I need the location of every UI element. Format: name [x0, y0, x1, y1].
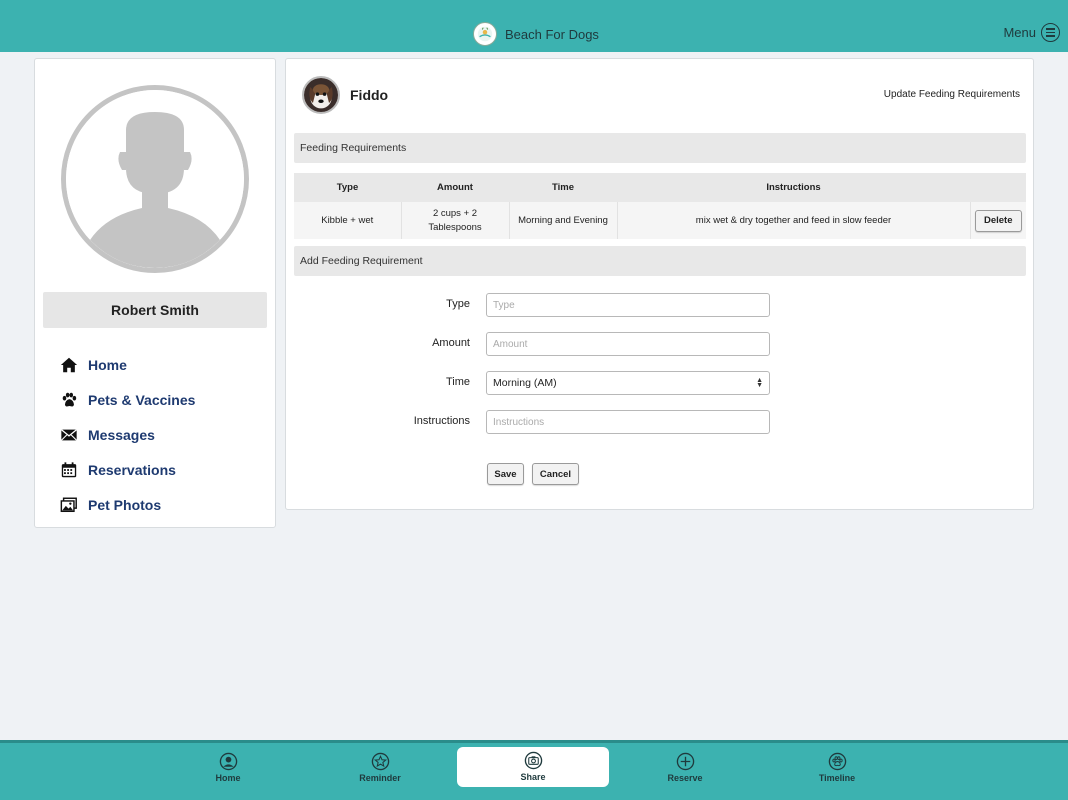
envelope-icon [59, 425, 79, 445]
sidebar-item-messages[interactable]: Messages [59, 417, 195, 452]
bottom-tab-bar: Home Reminder Share Reserve Timeline [0, 740, 1068, 800]
user-circle-icon [219, 752, 238, 771]
user-name: Robert Smith [43, 292, 267, 328]
update-feeding-link[interactable]: Update Feeding Requirements [884, 89, 1020, 100]
sidebar-item-reservations[interactable]: Reservations [59, 452, 195, 487]
column-header-type: Type [294, 173, 401, 202]
select-arrows-icon: ▲ ▼ [756, 377, 763, 389]
instructions-label: Instructions [413, 415, 470, 427]
profile-sidebar: Robert Smith Home Pets & Vaccines Messag… [34, 58, 276, 528]
home-icon [59, 355, 79, 375]
column-header-time: Time [509, 173, 617, 202]
time-row: Time Morning (AM) ▲ ▼ [286, 371, 1035, 395]
instructions-input[interactable] [486, 410, 770, 434]
delete-button[interactable]: Delete [974, 209, 1022, 232]
pet-header: Fiddo [302, 76, 388, 114]
photos-icon [59, 495, 79, 515]
person-silhouette-icon [66, 90, 244, 268]
amount-row: Amount [286, 332, 1035, 356]
tab-reserve[interactable]: Reserve [609, 748, 761, 788]
hamburger-icon [1041, 23, 1060, 42]
cancel-button[interactable]: Cancel [532, 463, 579, 485]
sidebar-item-home[interactable]: Home [59, 347, 195, 382]
menu-button[interactable]: Menu [1003, 23, 1060, 42]
sidebar-item-label: Home [88, 356, 127, 373]
type-row: Type [286, 293, 1035, 317]
sidebar-item-label: Messages [88, 426, 155, 443]
cell-type: Kibble + wet [294, 202, 402, 239]
amount-input[interactable] [486, 332, 770, 356]
save-button[interactable]: Save [487, 463, 524, 485]
sidebar-item-label: Pet Photos [88, 496, 162, 513]
paw-circle-icon [828, 752, 847, 771]
time-select-value: Morning (AM) [493, 377, 557, 389]
camera-icon [524, 751, 543, 770]
column-header-instructions: Instructions [617, 173, 970, 202]
cell-instructions: mix wet & dry together and feed in slow … [617, 202, 971, 239]
cell-amount: 2 cups + 2 Tablespoons [401, 202, 510, 239]
top-bar: Beach For Dogs Menu [0, 0, 1068, 52]
feeding-table: Type Amount Time Instructions Kibble + w… [294, 173, 1026, 239]
menu-label: Menu [1003, 25, 1036, 40]
tab-reminder[interactable]: Reminder [304, 748, 456, 788]
sidebar-item-pets-vaccines[interactable]: Pets & Vaccines [59, 382, 195, 417]
brand[interactable]: Beach For Dogs [473, 22, 599, 46]
cell-time: Morning and Evening [509, 202, 618, 239]
tab-label: Reminder [359, 773, 401, 783]
table-header-row: Type Amount Time Instructions [294, 173, 1026, 202]
pet-name: Fiddo [350, 87, 389, 103]
time-label: Time [445, 376, 470, 388]
feeding-requirements-header: Feeding Requirements [294, 133, 1026, 163]
type-input[interactable] [486, 293, 770, 317]
tab-share[interactable]: Share [457, 747, 609, 787]
paw-icon [59, 390, 79, 410]
sidebar-item-pet-photos[interactable]: Pet Photos [59, 487, 195, 522]
tab-label: Reserve [667, 773, 703, 783]
sidebar-item-label: Pets & Vaccines [88, 391, 196, 408]
instructions-row: Instructions [286, 410, 1035, 434]
user-avatar [61, 85, 249, 273]
dog-photo-icon [304, 78, 338, 112]
tab-label: Home [215, 773, 241, 783]
calendar-icon [59, 460, 79, 480]
sidebar-nav: Home Pets & Vaccines Messages Reservatio… [59, 347, 195, 522]
pet-avatar [302, 76, 340, 114]
app-title: Beach For Dogs [505, 26, 599, 42]
cell-actions: Delete [970, 202, 1026, 239]
tab-label: Share [520, 772, 546, 782]
plus-circle-icon [676, 752, 695, 771]
column-header-amount: Amount [401, 173, 509, 202]
tab-home[interactable]: Home [152, 748, 304, 788]
add-feeding-requirement-header: Add Feeding Requirement [294, 246, 1026, 276]
brand-logo-icon [473, 22, 497, 46]
feeding-panel: Fiddo Update Feeding Requirements Feedin… [285, 58, 1034, 510]
amount-label: Amount [432, 337, 470, 349]
type-label: Type [446, 298, 470, 310]
column-header-actions [970, 173, 1026, 202]
table-row: Kibble + wet 2 cups + 2 Tablespoons Morn… [294, 202, 1026, 239]
sidebar-item-label: Reservations [88, 461, 176, 478]
time-select[interactable]: Morning (AM) ▲ ▼ [486, 371, 770, 395]
star-icon [371, 752, 390, 771]
tab-label: Timeline [818, 773, 856, 783]
tab-timeline[interactable]: Timeline [761, 748, 913, 788]
